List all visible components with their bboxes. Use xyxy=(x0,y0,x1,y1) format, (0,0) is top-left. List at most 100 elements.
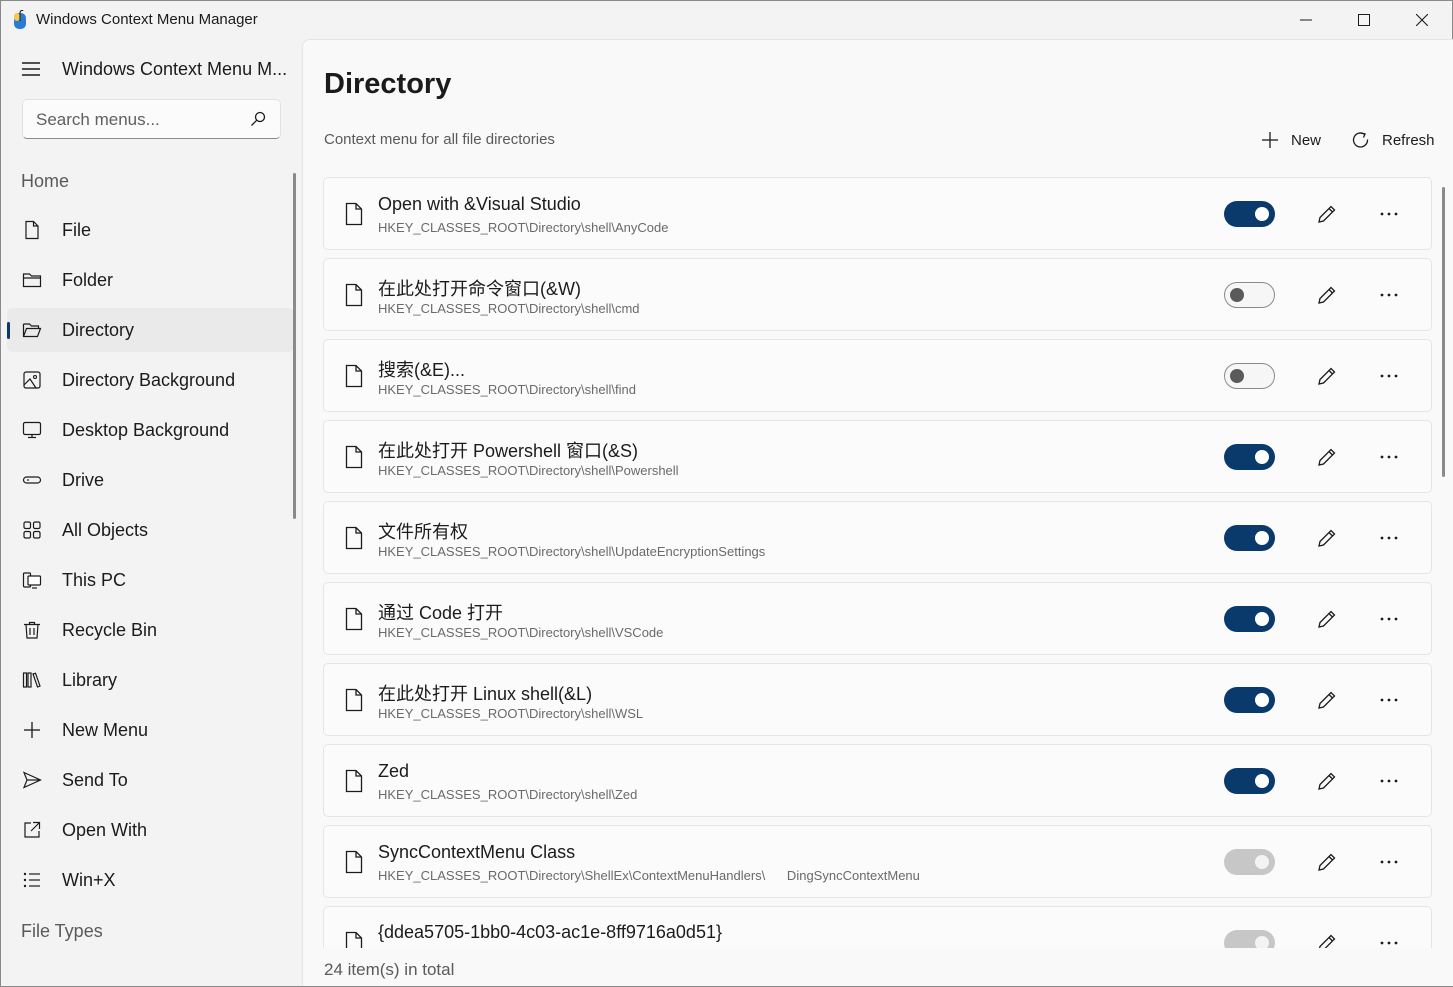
sidebar-item-all-objects[interactable]: All Objects xyxy=(7,508,294,552)
image-icon xyxy=(23,371,41,389)
edit-icon[interactable] xyxy=(1316,446,1338,468)
enable-toggle[interactable] xyxy=(1224,525,1275,551)
folder-open-icon xyxy=(22,323,42,338)
sidebar-item-label: Directory xyxy=(62,320,135,340)
item-title: 搜索(&E)... xyxy=(378,360,466,380)
enable-toggle[interactable] xyxy=(1224,201,1275,227)
more-options-icon[interactable] xyxy=(1378,527,1400,549)
file-icon xyxy=(345,607,363,631)
sidebar-item-new-menu[interactable]: New Menu xyxy=(7,708,294,752)
list-item[interactable]: 搜索(&E)... HKEY_CLASSES_ROOT\Directory\sh… xyxy=(323,339,1432,412)
search-icon[interactable] xyxy=(250,111,266,127)
main-scrollbar[interactable] xyxy=(1442,187,1445,477)
item-registry-path: HKEY_CLASSES_ROOT\Directory\shell\Zed xyxy=(378,787,638,802)
more-options-icon[interactable] xyxy=(1378,446,1400,468)
list-item[interactable]: 在此处打开 Powershell 窗口(&S) HKEY_CLASSES_ROO… xyxy=(323,420,1432,493)
enable-toggle[interactable] xyxy=(1224,444,1275,470)
edit-icon[interactable] xyxy=(1316,608,1338,630)
sidebar-scrollbar[interactable] xyxy=(293,173,296,519)
item-title: Zed xyxy=(378,761,410,781)
minimize-button[interactable] xyxy=(1277,1,1335,39)
item-title: SyncContextMenu Class xyxy=(378,842,576,862)
more-options-icon[interactable] xyxy=(1378,689,1400,711)
page-subtitle: Context menu for all file directories xyxy=(324,131,555,148)
item-title: 文件所有权 xyxy=(378,522,468,542)
search-input[interactable]: Search menus... xyxy=(36,110,160,130)
refresh-button[interactable]: Refresh xyxy=(1351,126,1435,154)
hamburger-menu-icon[interactable] xyxy=(21,61,41,77)
list-item[interactable]: {ddea5705-1bb0-4c03-ac1e-8ff9716a0d51} xyxy=(323,906,1432,948)
monitor-icon xyxy=(22,421,42,439)
enable-toggle[interactable] xyxy=(1224,849,1275,875)
list-item[interactable]: Open with &Visual Studio HKEY_CLASSES_RO… xyxy=(323,177,1432,250)
sidebar-item-recycle-bin[interactable]: Recycle Bin xyxy=(7,608,294,652)
maximize-button[interactable] xyxy=(1335,1,1393,39)
sidebar-item-label: File xyxy=(62,220,92,240)
sidebar-item-this-pc[interactable]: This PC xyxy=(7,558,294,602)
plus-icon xyxy=(24,722,40,738)
more-options-icon[interactable] xyxy=(1378,851,1400,873)
sidebar-item-send-to[interactable]: Send To xyxy=(7,758,294,802)
sidebar-item-folder[interactable]: Folder xyxy=(7,258,294,302)
edit-icon[interactable] xyxy=(1316,851,1338,873)
list-item[interactable]: 在此处打开 Linux shell(&L) HKEY_CLASSES_ROOT\… xyxy=(323,663,1432,736)
file-icon xyxy=(345,283,363,307)
plus-icon xyxy=(1262,132,1278,148)
close-button[interactable] xyxy=(1393,1,1451,39)
enable-toggle[interactable] xyxy=(1224,282,1275,308)
list-item[interactable]: 在此处打开命令窗口(&W) HKEY_CLASSES_ROOT\Director… xyxy=(323,258,1432,331)
enable-toggle[interactable] xyxy=(1224,768,1275,794)
edit-icon[interactable] xyxy=(1316,203,1338,225)
list-item[interactable]: 通过 Code 打开 HKEY_CLASSES_ROOT\Directory\s… xyxy=(323,582,1432,655)
more-options-icon[interactable] xyxy=(1378,770,1400,792)
sidebar: Windows Context Menu M... Search menus..… xyxy=(1,39,301,986)
item-registry-path: HKEY_CLASSES_ROOT\Directory\shell\Update… xyxy=(378,544,766,559)
enable-toggle[interactable] xyxy=(1224,930,1275,948)
new-button[interactable]: New xyxy=(1260,126,1321,154)
sidebar-item-directory-background[interactable]: Directory Background xyxy=(7,358,294,402)
file-icon xyxy=(345,526,363,550)
item-title: 通过 Code 打开 xyxy=(378,603,504,623)
sidebar-item-open-with[interactable]: Open With xyxy=(7,808,294,852)
file-icon xyxy=(345,364,363,388)
list-item[interactable]: 文件所有权 HKEY_CLASSES_ROOT\Directory\shell\… xyxy=(323,501,1432,574)
sidebar-item-drive[interactable]: Drive xyxy=(7,458,294,502)
edit-icon[interactable] xyxy=(1316,527,1338,549)
minimize-icon xyxy=(1300,19,1312,21)
search-box[interactable]: Search menus... xyxy=(22,99,281,139)
enable-toggle[interactable] xyxy=(1224,363,1275,389)
maximize-icon xyxy=(1358,14,1370,26)
item-title: 在此处打开 Linux shell(&L) xyxy=(378,684,593,704)
sidebar-item-file[interactable]: File xyxy=(7,208,294,252)
item-registry-path: HKEY_CLASSES_ROOT\Directory\ShellEx\Cont… xyxy=(378,868,920,883)
file-icon xyxy=(345,688,363,712)
sidebar-item-label: Send To xyxy=(62,770,128,790)
list-item[interactable]: SyncContextMenu Class HKEY_CLASSES_ROOT\… xyxy=(323,825,1432,898)
more-options-icon[interactable] xyxy=(1378,203,1400,225)
more-options-icon[interactable] xyxy=(1378,284,1400,306)
sidebar-item-win-x[interactable]: Win+X xyxy=(7,858,294,902)
more-options-icon[interactable] xyxy=(1378,365,1400,387)
close-icon xyxy=(1416,14,1428,26)
edit-icon[interactable] xyxy=(1316,689,1338,711)
enable-toggle[interactable] xyxy=(1224,687,1275,713)
sidebar-item-desktop-background[interactable]: Desktop Background xyxy=(7,408,294,452)
item-count: 24 item(s) in total xyxy=(324,960,455,979)
list-item[interactable]: Zed HKEY_CLASSES_ROOT\Directory\shell\Ze… xyxy=(323,744,1432,817)
more-options-icon[interactable] xyxy=(1378,608,1400,630)
edit-icon[interactable] xyxy=(1316,770,1338,792)
drive-icon xyxy=(22,476,42,484)
sidebar-item-label: Folder xyxy=(62,270,114,290)
item-registry-path: HKEY_CLASSES_ROOT\Directory\shell\VSCode xyxy=(378,625,664,640)
edit-icon[interactable] xyxy=(1316,365,1338,387)
folder-icon xyxy=(22,273,42,288)
enable-toggle[interactable] xyxy=(1224,606,1275,632)
file-icon xyxy=(345,445,363,469)
edit-icon[interactable] xyxy=(1316,932,1338,948)
sidebar-title: Windows Context Menu M... xyxy=(62,59,288,79)
sidebar-item-directory[interactable]: Directory xyxy=(7,308,294,352)
more-options-icon[interactable] xyxy=(1378,932,1400,948)
sidebar-item-library[interactable]: Library xyxy=(7,658,294,702)
edit-icon[interactable] xyxy=(1316,284,1338,306)
item-title: Open with &Visual Studio xyxy=(378,194,581,214)
